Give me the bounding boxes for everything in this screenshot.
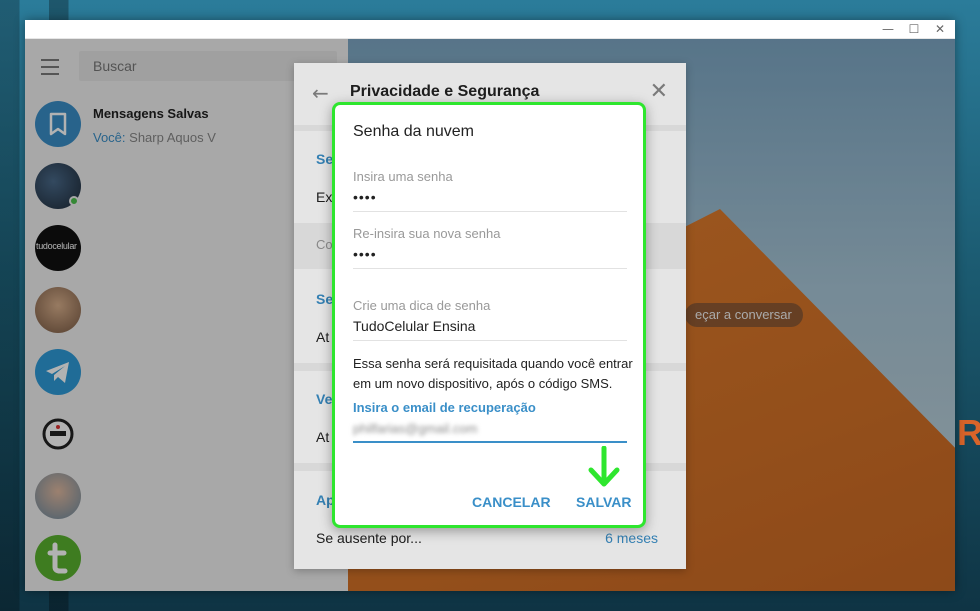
minimize-button[interactable]: — bbox=[876, 21, 900, 38]
password-info-text: Essa senha será requisitada quando você … bbox=[353, 356, 633, 391]
recovery-email-label: Insira o email de recuperação bbox=[353, 400, 536, 415]
repeat-password-underline bbox=[353, 268, 627, 269]
hint-input[interactable]: TudoCelular Ensina bbox=[353, 318, 475, 334]
title-bar: — ☐ ✕ bbox=[25, 20, 955, 39]
hint-underline bbox=[353, 340, 627, 341]
password-label: Insira uma senha bbox=[353, 169, 453, 184]
background-edge-text: R bbox=[957, 412, 980, 453]
close-window-button[interactable]: ✕ bbox=[928, 21, 952, 38]
save-button[interactable]: SALVAR bbox=[576, 494, 631, 510]
cancel-button[interactable]: CANCELAR bbox=[472, 494, 551, 510]
password-input[interactable]: •••• bbox=[353, 189, 377, 205]
dialog-title: Senha da nuvem bbox=[353, 123, 474, 140]
recovery-email-underline bbox=[353, 441, 627, 443]
telegram-window: — ☐ ✕ Buscar Mensagens Salvas Você: Shar… bbox=[25, 20, 955, 591]
password-underline bbox=[353, 211, 627, 212]
repeat-password-input[interactable]: •••• bbox=[353, 246, 377, 262]
cloud-password-dialog: Senha da nuvem Insira uma senha •••• Re-… bbox=[332, 102, 646, 528]
hint-label: Crie uma dica de senha bbox=[353, 298, 491, 313]
maximize-button[interactable]: ☐ bbox=[902, 21, 926, 38]
arrow-down-icon bbox=[588, 446, 620, 487]
repeat-password-label: Re-insira sua nova senha bbox=[353, 226, 501, 241]
recovery-email-input[interactable]: philfarias@gmail.com bbox=[353, 421, 503, 439]
